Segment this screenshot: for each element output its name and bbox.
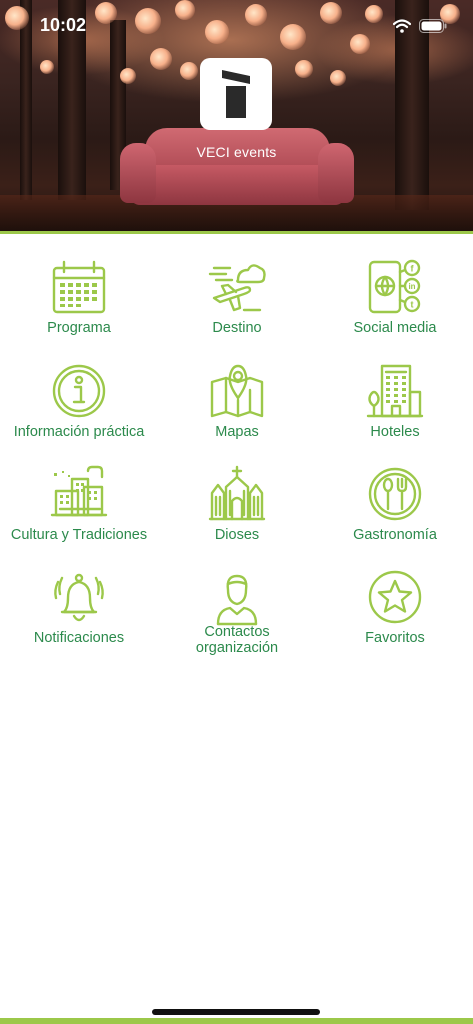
- lamp: [245, 4, 267, 26]
- menu-item-label: Hoteles: [370, 424, 420, 440]
- lamp: [95, 2, 117, 24]
- map-icon: [210, 364, 264, 418]
- header-divider: [0, 231, 473, 234]
- wifi-icon: [393, 19, 411, 33]
- lamp: [40, 60, 54, 74]
- lamp: [205, 20, 229, 44]
- lamp: [5, 6, 29, 30]
- lamp: [150, 48, 172, 70]
- menu-item-gastronomia[interactable]: Gastronomía: [316, 465, 473, 565]
- menu-item-label: Social media: [353, 320, 437, 336]
- bottom-accent-bar: [0, 1018, 473, 1024]
- plate-cutlery-icon: [368, 467, 422, 521]
- lamp: [135, 8, 161, 34]
- menu-item-label: Dioses: [214, 527, 260, 543]
- menu-item-cultura-y-tradiciones[interactable]: Cultura y Tradiciones: [0, 465, 158, 565]
- calendar-icon: [52, 260, 106, 314]
- menu-item-notificaciones[interactable]: Notificaciones: [0, 568, 158, 668]
- menu-item-dioses[interactable]: Dioses: [158, 465, 316, 565]
- app-logo: [200, 58, 272, 130]
- svg-text:f: f: [411, 264, 415, 274]
- logo-i-icon: [222, 70, 250, 118]
- star-icon: [368, 570, 422, 624]
- menu-item-programa[interactable]: Programa: [0, 258, 158, 358]
- bell-icon: [54, 573, 104, 622]
- lamp: [365, 5, 383, 23]
- hotel-icon: [366, 364, 424, 418]
- sofa-seat: [130, 165, 345, 205]
- header-banner: VECI events 10:02: [0, 0, 473, 232]
- lamp: [120, 68, 136, 84]
- cathedral-icon: [208, 465, 266, 521]
- menu-item-label: Destino: [212, 320, 262, 336]
- status-icons: [393, 16, 447, 36]
- menu-item-social-media[interactable]: f in t Social media: [316, 258, 473, 358]
- person-icon: [216, 574, 258, 626]
- lamp: [295, 60, 313, 78]
- social-media-icon: f in t: [368, 259, 421, 314]
- menu-item-label: Mapas: [215, 424, 259, 440]
- tree-trunk: [20, 0, 32, 200]
- menu-item-label: Favoritos: [365, 630, 425, 646]
- svg-text:in: in: [408, 282, 415, 291]
- lamp: [180, 62, 198, 80]
- menu-item-label: Notificaciones: [33, 630, 125, 646]
- menu-item-hoteles[interactable]: Hoteles: [316, 362, 473, 462]
- lamp: [350, 34, 370, 54]
- menu-item-destino[interactable]: Destino: [158, 258, 316, 358]
- menu-item-label: Contactos organización: [195, 624, 279, 656]
- status-time: 10:02: [40, 15, 87, 35]
- menu-item-label: Gastronomía: [353, 527, 437, 543]
- menu-item-label: Cultura y Tradiciones: [10, 527, 148, 543]
- lamp: [330, 70, 346, 86]
- menu-item-label: Programa: [47, 320, 111, 336]
- info-icon: [52, 364, 106, 418]
- menu-item-favoritos[interactable]: Favoritos: [316, 568, 473, 668]
- menu-item-informacion-practica[interactable]: Información práctica: [0, 362, 158, 462]
- menu-item-label: Información práctica: [13, 424, 145, 440]
- app-name: VECI events: [196, 144, 277, 160]
- plane-cloud-icon: [208, 264, 266, 312]
- lamp: [280, 24, 306, 50]
- lamp: [175, 0, 195, 20]
- menu-item-mapas[interactable]: Mapas: [158, 362, 316, 462]
- lamp: [320, 2, 342, 24]
- city-culture-icon: [50, 465, 108, 517]
- battery-icon: [419, 19, 447, 33]
- menu-item-contactos-organizacion[interactable]: Contactos organización: [158, 568, 316, 668]
- svg-text:t: t: [411, 300, 414, 310]
- home-indicator[interactable]: [152, 1009, 320, 1015]
